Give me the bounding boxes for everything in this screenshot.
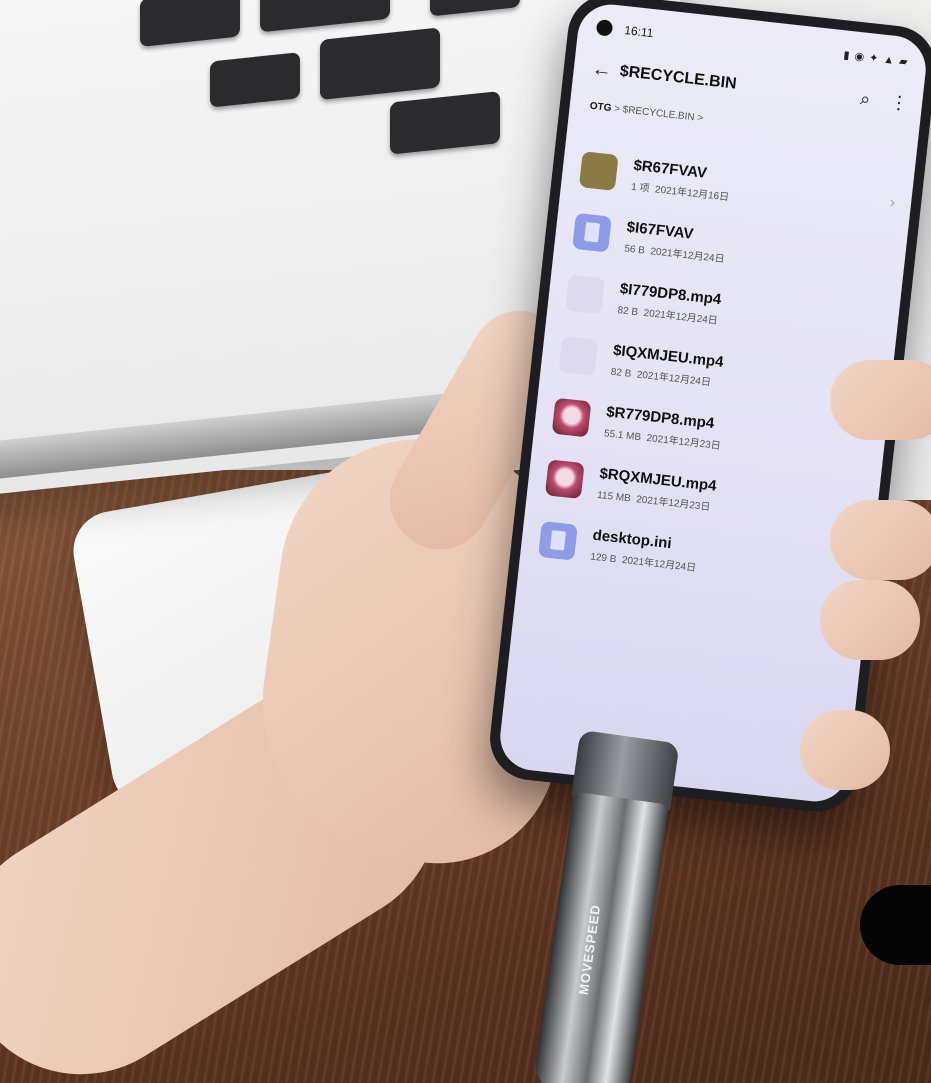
file-date: 2021年12月16日	[654, 184, 730, 204]
usb-brand-label: MOVESPEED	[575, 903, 604, 996]
front-camera	[595, 19, 614, 37]
finger	[830, 360, 931, 440]
file-date: 2021年12月23日	[635, 494, 711, 514]
chevron-right-icon: ›	[888, 194, 896, 212]
laptop-key	[210, 52, 300, 108]
file-size: 1 项	[630, 181, 651, 195]
laptop-key	[140, 0, 240, 47]
file-size: 56 B	[623, 243, 646, 257]
document-icon	[572, 212, 612, 253]
status-time: 16:11	[623, 23, 655, 41]
file-date: 2021年12月24日	[636, 369, 712, 389]
more-options-icon[interactable]: ⋮	[889, 91, 909, 114]
back-arrow-icon[interactable]: ←	[591, 57, 621, 83]
black-pen	[860, 885, 931, 965]
laptop-key	[430, 0, 520, 17]
breadcrumb-current[interactable]: $RECYCLE.BIN	[622, 104, 695, 123]
breadcrumb-separator: >	[613, 103, 621, 115]
file-date: 2021年12月24日	[642, 307, 719, 327]
file-size: 82 B	[610, 366, 632, 380]
breadcrumb-root[interactable]: OTG	[589, 101, 612, 114]
folder-icon	[578, 151, 619, 191]
breadcrumb: OTG > $RECYCLE.BIN >	[589, 101, 703, 124]
finger	[800, 710, 890, 790]
file-date: 2021年12月23日	[645, 432, 722, 453]
finger	[830, 500, 931, 580]
laptop-key	[390, 91, 500, 155]
file-size: 115 MB	[596, 489, 632, 505]
laptop-key	[260, 0, 390, 33]
file-date: 2021年12月24日	[621, 554, 697, 575]
video-thumbnail-icon	[551, 397, 592, 438]
file-size: 82 B	[616, 305, 639, 319]
video-thumbnail-icon	[544, 459, 585, 500]
document-icon	[538, 520, 578, 561]
document-icon	[565, 274, 606, 315]
photo-scene: 16:11 ▮ ◉ ✦ ▲ ▰ ← $RECYCLE.BIN ⌕ ⋮ OTG >…	[0, 0, 931, 1083]
search-icon[interactable]: ⌕	[859, 88, 871, 110]
file-date: 2021年12月24日	[649, 246, 726, 266]
laptop-key	[320, 27, 440, 101]
finger	[820, 580, 920, 660]
file-size: 55.1 MB	[603, 428, 642, 444]
document-icon	[558, 336, 599, 376]
page-title: $RECYCLE.BIN	[618, 62, 738, 93]
breadcrumb-separator: >	[696, 112, 704, 125]
status-icons: ▮ ◉ ✦ ▲ ▰	[842, 48, 910, 68]
file-size: 129 B	[589, 551, 617, 566]
